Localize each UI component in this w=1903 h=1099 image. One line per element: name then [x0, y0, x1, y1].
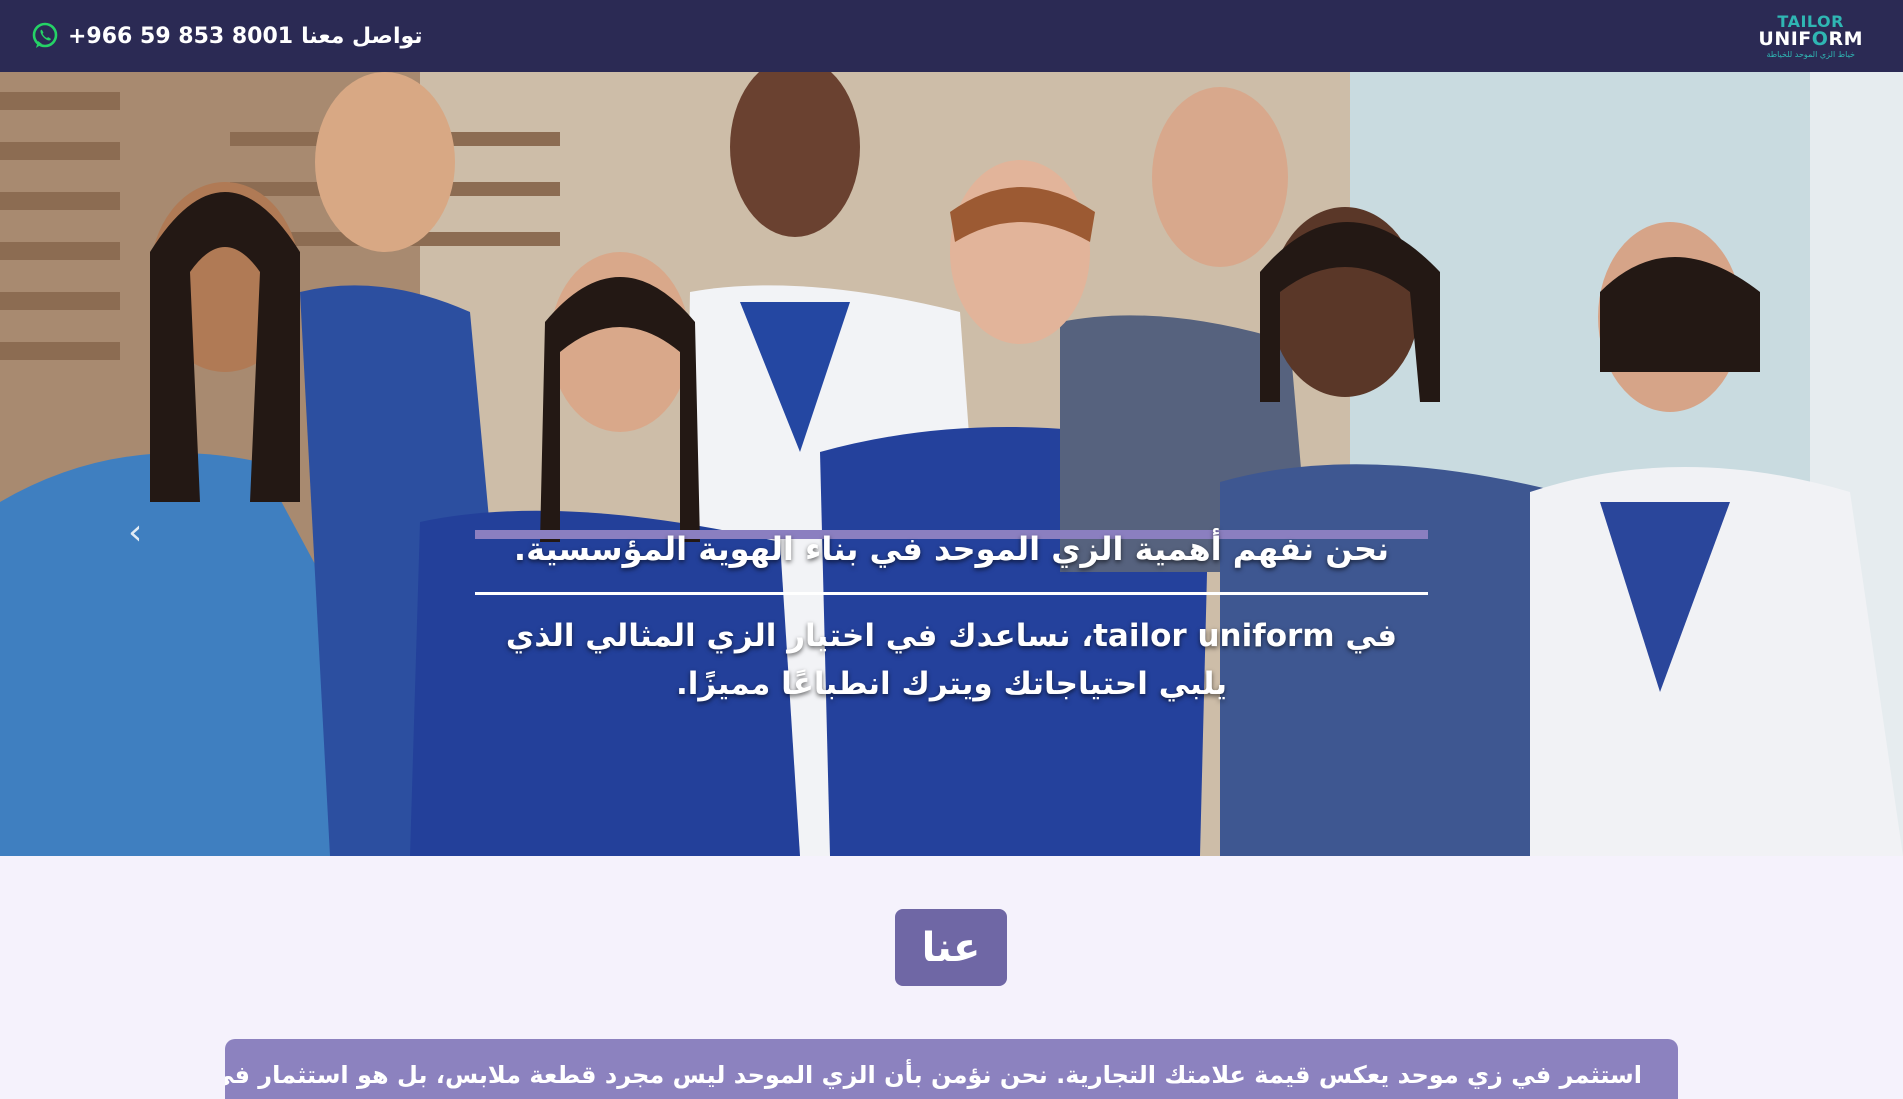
contact-link[interactable]: تواصل معنا +966 59 853 8001 [30, 21, 423, 51]
logo-tagline: خياط الزي الموحد للخياطة [1766, 49, 1855, 59]
hero-divider [475, 592, 1428, 595]
hero-heading: نحن نفهم أهمية الزي الموحد في بناء الهوي… [513, 530, 1390, 568]
about-intro-box: استثمر في زي موحد يعكس قيمة علامتك التجا… [225, 1039, 1678, 1099]
contact-label: تواصل معنا [301, 23, 423, 49]
brand-logo[interactable]: TAILOR UNIFORM خياط الزي الموحد للخياطة [1758, 13, 1863, 59]
hero-image [0, 72, 1903, 856]
logo-line2: UNIFORM [1758, 27, 1863, 50]
prev-slide-icon[interactable]: ‹ [128, 512, 142, 553]
hero-banner: ‹ [0, 72, 1903, 856]
hero-subtext: في tailor uniform، نساعدك في اختيار الزي… [505, 618, 1398, 702]
top-bar: تواصل معنا +966 59 853 8001 TAILOR UNIFO… [0, 0, 1903, 72]
phone-number[interactable]: +966 59 853 8001 [68, 24, 293, 49]
about-section-title: عنا [895, 909, 1007, 986]
whatsapp-icon[interactable] [30, 21, 60, 51]
